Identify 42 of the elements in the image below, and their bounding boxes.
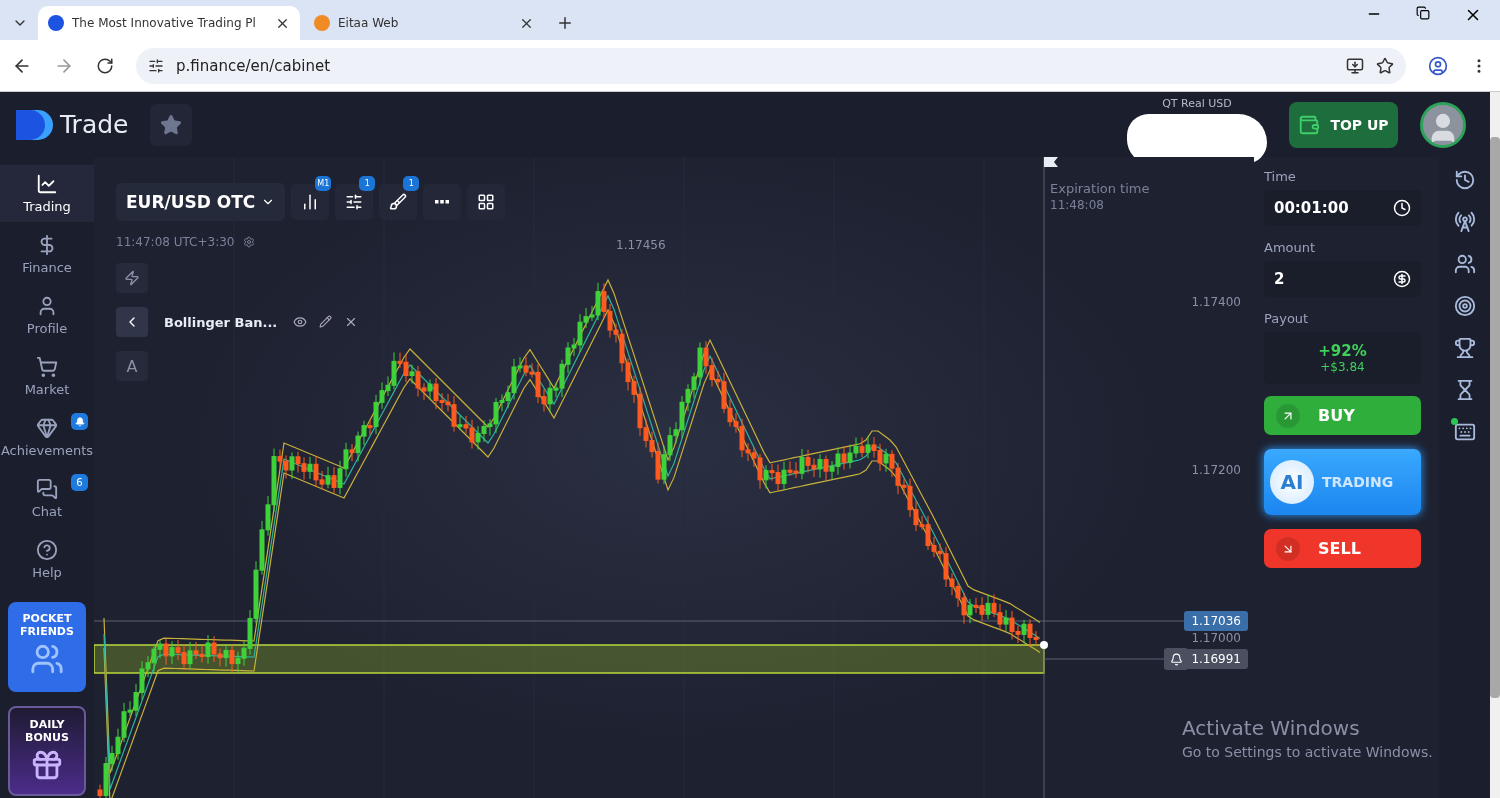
sidebar-item[interactable]: Chat 6 [0,470,94,527]
time-field[interactable]: 00:01:00 [1264,190,1421,226]
payout-profit: +$3.84 [1320,360,1365,374]
count-badge: 1 [359,176,376,191]
text-tool-button[interactable]: A [116,351,148,381]
indicator-name: Bollinger Ban... [164,314,278,330]
count-badge: M1 [315,176,332,191]
sidebar-item[interactable]: Finance [0,226,94,283]
asset-selector[interactable]: EUR/USD OTC [116,183,286,221]
payout-percent: +92% [1318,342,1367,360]
sidebar-item[interactable]: Profile [0,287,94,344]
count-badge: 1 [403,176,420,191]
referral-card[interactable]: POCKET FRIENDS [8,602,86,692]
sidebar-item[interactable]: Help [0,531,94,588]
count-badge: 6 [71,474,88,491]
axis-label: 1.17200 [1190,462,1242,479]
payout-label: Payout [1264,311,1310,326]
activation-message: Go to Settings to activate Windows. [1182,744,1433,760]
top-up-button[interactable]: TOP UP [1289,101,1398,148]
expiration-time: 11:48:08 [1050,198,1105,212]
time-label: Time [1264,169,1297,184]
current-price-tag: 1.17036 [1184,611,1248,631]
address-bar[interactable]: p.finance/en/cabinet [136,47,1406,84]
logo-text: Trade [60,110,129,139]
activation-title: Activate Windows [1182,716,1361,740]
axis-label: 1.17000 [1190,630,1242,647]
clock-text: 11:47:08 UTC+3:30 [116,235,235,249]
browser-tab[interactable]: Eitaa Web [304,6,544,40]
sidebar-item[interactable]: Achievements [0,409,94,466]
sell-button[interactable]: SELL [1264,529,1421,568]
amount-label: Amount [1264,240,1317,255]
sidebar-item[interactable]: Market [0,348,94,405]
account-label: QT Real USD [1162,96,1232,112]
browser-tab[interactable]: The Most Innovative Trading Pl [38,6,300,40]
high-price-label: 1.17456 [616,238,666,252]
amount-field[interactable]: 2 [1264,261,1421,297]
axis-label: 1.17400 [1190,294,1242,311]
expiration-label: Expiration time [1050,181,1150,196]
sidebar-item[interactable]: Trading [0,165,94,222]
alert-price-tag: 1.16991 [1184,649,1248,669]
bonus-card[interactable]: DAILY BONUS [8,706,86,796]
ai-trading-button[interactable]: AI TRADING [1264,449,1421,515]
